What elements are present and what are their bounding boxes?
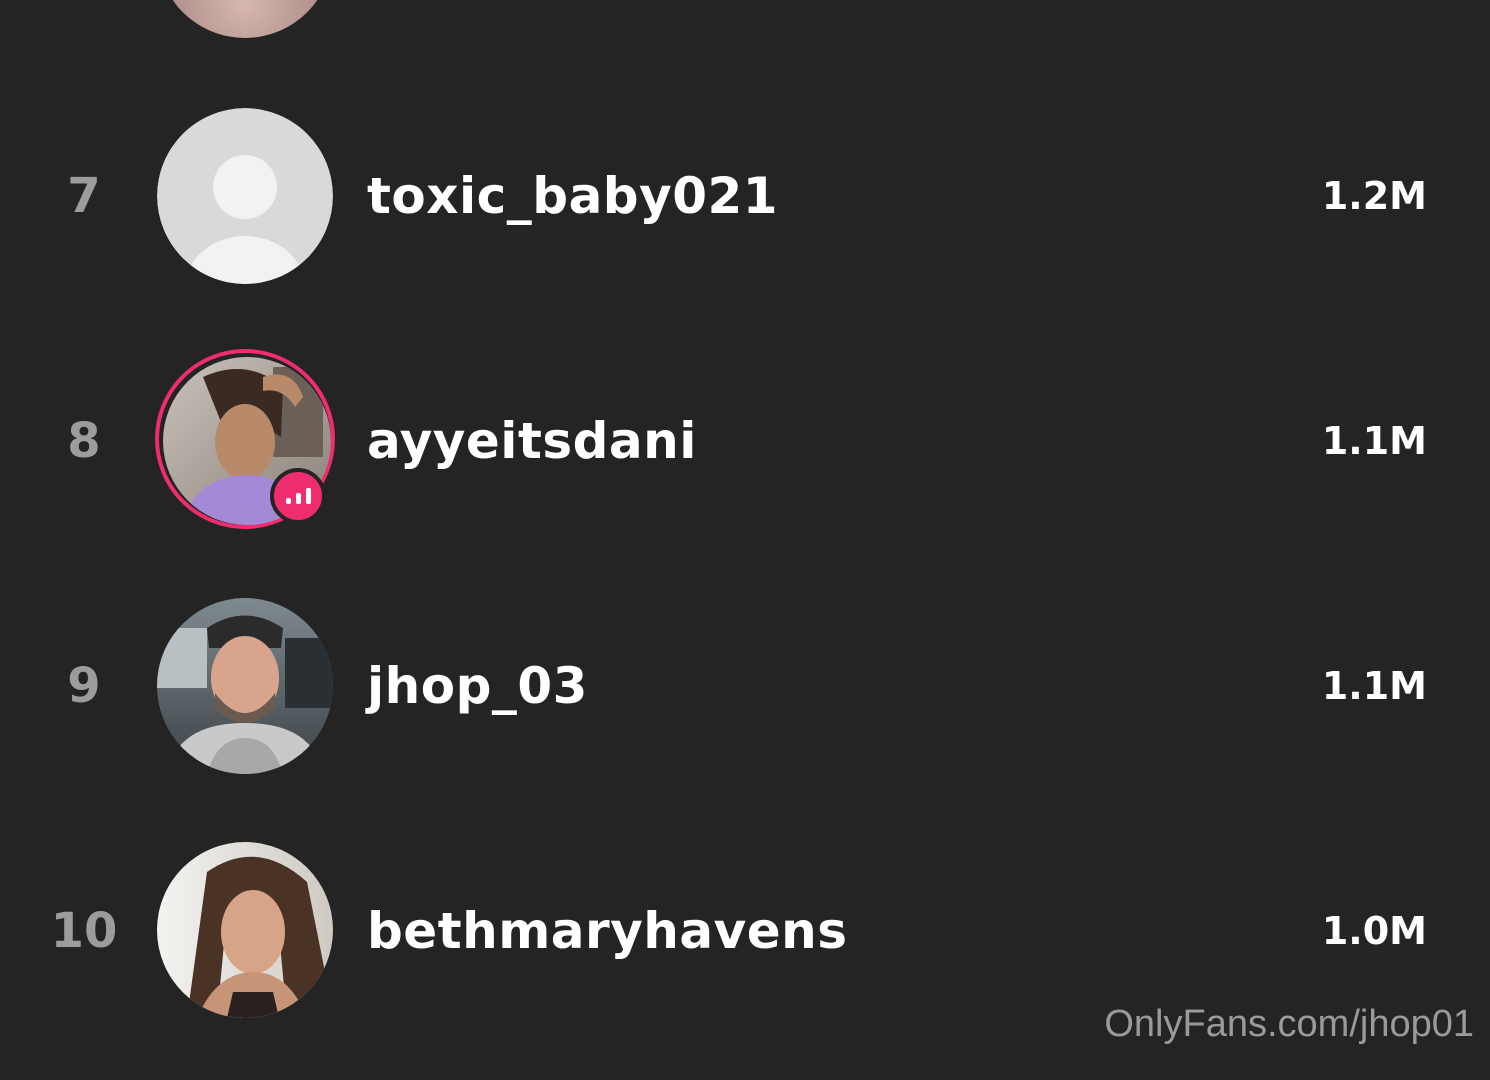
username[interactable]: ayyeitsdani bbox=[367, 318, 697, 563]
leaderboard-list: 7 toxic_baby021 1.2M 8 ayyeitsdani 1.1M … bbox=[0, 0, 1490, 1080]
list-item[interactable]: 8 ayyeitsdani 1.1M bbox=[0, 318, 1490, 563]
follower-count: 1.1M bbox=[1321, 418, 1427, 463]
username[interactable]: jhop_03 bbox=[367, 563, 588, 808]
follower-count: 1.2M bbox=[1321, 173, 1427, 218]
default-avatar-icon[interactable] bbox=[157, 108, 333, 284]
list-item[interactable]: 7 toxic_baby021 1.2M bbox=[0, 73, 1490, 318]
watermark: OnlyFans.com/jhop01 bbox=[1104, 1003, 1474, 1045]
rank-number: 9 bbox=[67, 657, 101, 714]
live-bars-icon bbox=[270, 468, 326, 524]
rank-number: 7 bbox=[67, 167, 101, 224]
follower-count: 1.1M bbox=[1321, 663, 1427, 708]
list-item[interactable]: 9 jhop_03 1.1M bbox=[0, 563, 1490, 808]
avatar[interactable] bbox=[157, 598, 333, 774]
rank-number: 8 bbox=[67, 412, 101, 469]
partial-avatar-row-6[interactable] bbox=[157, 0, 333, 38]
username[interactable]: toxic_baby021 bbox=[367, 73, 778, 318]
avatar[interactable] bbox=[157, 842, 333, 1018]
username[interactable]: bethmaryhavens bbox=[367, 808, 848, 1053]
rank-number: 10 bbox=[50, 902, 118, 959]
